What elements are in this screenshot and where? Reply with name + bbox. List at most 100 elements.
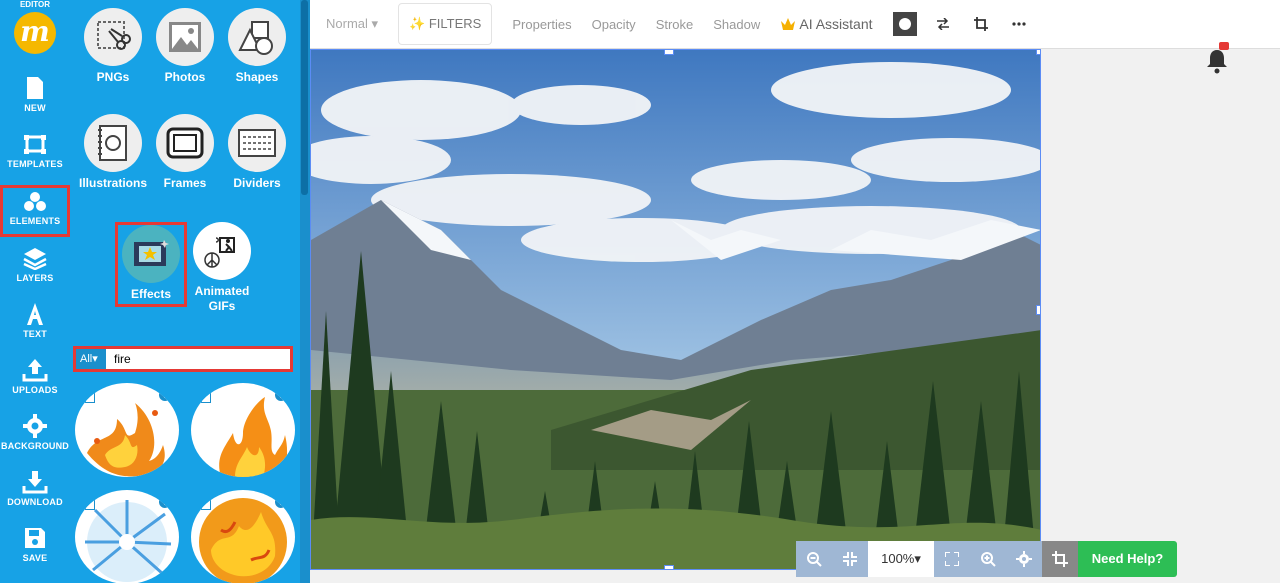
category-frames[interactable]: Frames (147, 114, 223, 191)
sparkle-icon: ✨ (409, 16, 426, 31)
zoom-out-button[interactable] (796, 541, 832, 577)
result-thumbnail-fire-2[interactable]: i (191, 383, 295, 477)
image-type-icon (201, 498, 211, 510)
filters-button[interactable]: ✨ FILTERS (398, 3, 493, 45)
design-canvas[interactable] (310, 49, 1041, 570)
mask-circle-button[interactable] (892, 12, 917, 36)
crop-canvas-button[interactable] (1042, 541, 1078, 577)
need-help-button[interactable]: Need Help? (1078, 541, 1177, 577)
swap-arrows-icon (936, 18, 949, 30)
category-animated-gifs[interactable]: Animated GIFs (184, 222, 260, 314)
animated-gif-icon (204, 237, 235, 268)
ai-assistant-label: AI Assistant (799, 16, 873, 32)
download-icon (22, 471, 48, 494)
frame-icon (166, 127, 204, 159)
resize-handle-right[interactable] (1036, 305, 1040, 315)
layers-icon (23, 248, 47, 270)
save-icon (25, 528, 45, 548)
resize-handle-bottom[interactable] (664, 565, 674, 569)
mountain-landscape-photo (311, 50, 1040, 569)
resize-handle-top[interactable] (664, 50, 674, 55)
gear-icon (23, 414, 47, 438)
search-filter-dropdown[interactable]: All▾ (76, 349, 106, 369)
image-type-icon (85, 391, 95, 403)
blend-mode-dropdown[interactable]: Normal ▾ (326, 16, 378, 32)
text-icon (27, 303, 43, 325)
resize-handle-top-right[interactable] (1036, 50, 1040, 55)
result-thumbnail-fire-4[interactable]: i (191, 490, 295, 583)
crop-icon (1052, 551, 1068, 567)
rail-background[interactable]: BACKGROUND (0, 414, 70, 470)
image-type-icon (85, 498, 95, 510)
opacity-button[interactable]: Opacity (592, 17, 636, 32)
rail-uploads[interactable]: UPLOADS (0, 358, 70, 414)
expand-icon (945, 552, 959, 566)
crop-button[interactable] (969, 12, 993, 36)
info-icon[interactable]: i (275, 389, 287, 401)
rail-label: SAVE (22, 553, 48, 563)
image-type-icon (201, 391, 211, 403)
rail-label: NEW (24, 103, 46, 113)
info-icon[interactable]: i (159, 496, 171, 508)
category-illustrations[interactable]: Illustrations (75, 114, 151, 191)
zoom-out-icon (807, 552, 822, 567)
category-label: Animated GIFs (194, 284, 250, 313)
rail-elements[interactable]: ELEMENTS (0, 185, 70, 237)
zoom-in-button[interactable] (970, 541, 1006, 577)
rail-templates[interactable]: TEMPLATES (0, 134, 70, 190)
rail-layers[interactable]: LAYERS (0, 246, 70, 302)
top-toolbar: Normal ▾ ✨ FILTERS Properties Opacity St… (310, 0, 1280, 49)
collapse-icon (843, 552, 857, 566)
divider-icon (238, 129, 276, 157)
search-bar: All▾ (73, 346, 293, 372)
rail-new[interactable]: NEW (0, 76, 70, 132)
rail-label: UPLOADS (12, 385, 58, 395)
flip-button[interactable] (931, 12, 955, 36)
category-effects[interactable]: Effects (115, 222, 187, 307)
circle-icon (898, 18, 911, 30)
zoom-settings-button[interactable] (1006, 541, 1042, 577)
rail-download[interactable]: DOWNLOAD (0, 470, 70, 526)
ai-assistant-button[interactable]: AI Assistant (780, 16, 873, 32)
search-input[interactable] (106, 349, 290, 369)
shadow-button[interactable]: Shadow (713, 17, 760, 32)
canvas-area (310, 49, 1280, 583)
properties-button[interactable]: Properties (512, 17, 571, 32)
brand-label: EDITOR (19, 0, 51, 9)
info-icon[interactable]: i (159, 389, 171, 401)
stroke-button[interactable]: Stroke (656, 17, 694, 32)
category-label: Shapes (235, 70, 279, 84)
app-logo[interactable]: m (14, 12, 56, 54)
fit-screen-button[interactable] (832, 541, 868, 577)
more-options-button[interactable] (1007, 12, 1031, 36)
category-label: Frames (163, 176, 207, 190)
crop-icon (973, 17, 988, 31)
rail-save[interactable]: SAVE (0, 526, 70, 582)
scissors-icon (97, 21, 131, 50)
rail-label: ELEMENTS (9, 216, 61, 226)
notifications-button[interactable] (1205, 48, 1229, 74)
zoom-bar: 100%▾ (796, 541, 1078, 577)
bell-icon (1207, 50, 1227, 74)
info-icon[interactable]: i (275, 496, 287, 508)
category-label: PNGs (96, 70, 130, 84)
rail-label: TEMPLATES (7, 159, 63, 169)
zoom-level-dropdown[interactable]: 100%▾ (868, 541, 934, 577)
category-shapes[interactable]: Shapes (219, 8, 295, 85)
more-dots-icon (1011, 22, 1026, 26)
category-pngs[interactable]: PNGs (75, 8, 151, 85)
film-star-icon (134, 240, 169, 266)
category-label: Illustrations (78, 176, 147, 190)
category-photos[interactable]: Photos (147, 8, 223, 85)
category-label: Photos (164, 70, 206, 84)
category-dividers[interactable]: Dividers (219, 114, 295, 191)
panel-scrollbar-thumb[interactable] (301, 0, 308, 195)
elements-icon (24, 192, 46, 211)
rail-label: TEXT (23, 329, 47, 339)
zoom-in-icon (981, 552, 996, 567)
result-thumbnail-fire-1[interactable]: i (75, 383, 179, 477)
fullscreen-button[interactable] (934, 541, 970, 577)
rail-text[interactable]: TEXT (0, 302, 70, 358)
photo-icon (169, 22, 201, 52)
result-thumbnail-fire-3[interactable]: i (75, 490, 179, 583)
